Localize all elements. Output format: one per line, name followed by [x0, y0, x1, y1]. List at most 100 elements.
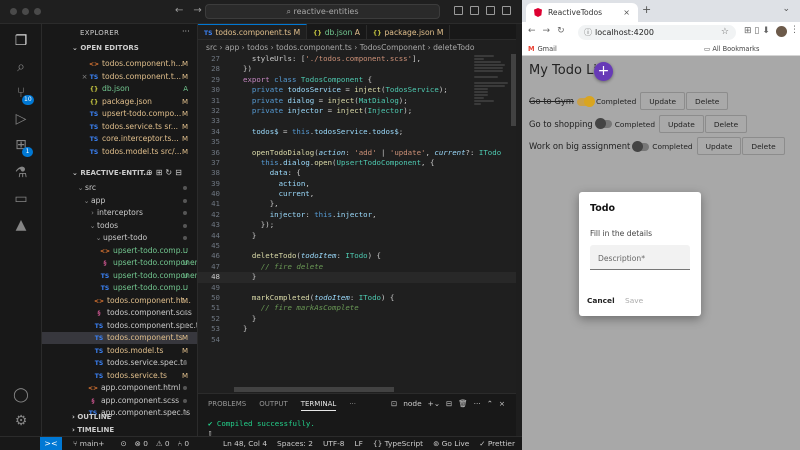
delete-button[interactable]: Delete [704, 114, 748, 133]
terminal-name[interactable]: node [403, 399, 421, 408]
more-actions-icon[interactable]: ··· [182, 27, 190, 36]
update-button[interactable]: Update [659, 114, 704, 133]
completed-toggle[interactable] [576, 95, 595, 107]
code-line[interactable]: 48 } [198, 272, 516, 283]
code-line[interactable]: 35 [198, 137, 516, 147]
open-editor-item[interactable]: {} package.json M [42, 96, 197, 108]
open-editor-item[interactable]: TS todos.service.ts sr... M [42, 121, 197, 133]
panel-tab[interactable]: OUTPUT [259, 400, 288, 408]
cursor-position[interactable]: Ln 48, Col 4 [223, 439, 267, 448]
browser-tab[interactable]: ReactiveTodos × [526, 3, 638, 22]
prettier-status[interactable]: ✓ Prettier [479, 439, 515, 448]
description-input[interactable]: Description* [590, 245, 690, 270]
command-center[interactable]: ⌕ reactive-entities [205, 4, 440, 19]
branch-indicator[interactable]: ⑂ main+ [73, 439, 112, 448]
account-icon[interactable]: ◯ [11, 386, 31, 404]
code-line[interactable]: 33 [198, 116, 516, 126]
panel-tab[interactable]: TERMINAL [300, 400, 337, 411]
code-line[interactable]: 31 private dialog = inject(MatDialog); [198, 96, 516, 106]
maximize-icon[interactable]: ⌃ [487, 399, 493, 408]
breadcrumb-item[interactable]: app [225, 43, 239, 52]
file-item[interactable]: §upsert-todo.component...U [42, 257, 198, 269]
file-item[interactable]: TS todos.service.ts M [42, 370, 197, 382]
file-item[interactable]: § todos.component.scss [42, 307, 197, 319]
file-item[interactable]: § app.component.scss [42, 395, 197, 407]
split-terminal-icon[interactable]: ⊟ [446, 399, 452, 408]
completed-toggle[interactable] [594, 118, 612, 129]
menu-icon[interactable]: ⋮ [790, 25, 799, 35]
language-mode[interactable]: {} TypeScript [373, 439, 423, 448]
close-icon[interactable]: × [499, 399, 505, 408]
breadcrumb-item[interactable]: todos [247, 43, 268, 52]
code-line[interactable]: 27 styleUrls: ['./todos.component.scss']… [198, 54, 516, 64]
code-line[interactable]: 38 data: { [198, 168, 516, 178]
layout-toggle-icons[interactable] [454, 6, 511, 15]
end-of-line[interactable]: LF [355, 439, 363, 448]
editor-tab[interactable]: {} db.json A [307, 25, 367, 39]
file-item[interactable]: TS todos.service.spec.ts [42, 357, 197, 369]
extensions-icon[interactable]: ⊞ 1 [11, 136, 33, 157]
code-line[interactable]: 51 // fire markAsComplete [198, 303, 516, 313]
close-editor-icon[interactable]: × [80, 71, 89, 83]
save-button[interactable]: Save [625, 296, 643, 305]
angular-icon[interactable]: ▲ [11, 216, 31, 234]
cancel-button[interactable]: Cancel [587, 296, 615, 305]
url-field[interactable]: ⓘ localhost:4200 ☆ [578, 25, 736, 40]
source-control-icon[interactable]: ⑂ 10 [11, 84, 34, 105]
code-line[interactable]: 29 export class TodosComponent { [198, 75, 516, 85]
file-item[interactable]: TS todos.component.ts M [42, 332, 197, 344]
open-editor-item[interactable]: {} db.json A [42, 83, 197, 95]
code-line[interactable]: 46 deleteTodo(todoItem: ITodo) { [198, 251, 516, 261]
code-line[interactable]: 39 action, [198, 179, 516, 189]
code-line[interactable]: 30 private todosService = inject(TodosSe… [198, 85, 516, 95]
folder-item[interactable]: ⌄ upsert-todo [42, 232, 197, 244]
breadcrumb-item[interactable]: todos.component.ts [276, 43, 352, 52]
code-line[interactable]: 53} [198, 324, 516, 334]
open-editor-item[interactable]: TS upsert-todo.compo... M [42, 108, 197, 120]
gear-icon[interactable]: ⚙ [11, 412, 31, 430]
horizontal-scrollbar[interactable] [234, 387, 394, 392]
file-item[interactable]: <> app.component.html [42, 382, 197, 394]
gmail-bookmark[interactable]: M Gmail [528, 42, 557, 56]
open-editor-item[interactable]: TS core.interceptor.ts... M [42, 133, 197, 145]
folder-item[interactable]: › interceptors [42, 207, 197, 219]
update-button[interactable]: Update [640, 92, 686, 110]
close-tab-icon[interactable]: × [623, 3, 630, 22]
search-icon[interactable]: ⌕ [11, 58, 31, 76]
file-item[interactable]: TS upsert-todo.comp... U [42, 282, 197, 294]
remote-explorer-icon[interactable]: ▭ [11, 190, 31, 208]
folder-item[interactable]: ⌄ app [42, 195, 197, 207]
code-line[interactable]: 37 this.dialog.open(UpsertTodoComponent,… [198, 158, 516, 168]
bookmark-star-icon[interactable]: ☆ [721, 25, 729, 40]
minimap[interactable] [474, 54, 508, 124]
code-line[interactable]: 41 }, [198, 199, 516, 209]
code-line[interactable]: 40 current, [198, 189, 516, 199]
errors-count[interactable]: ⊗ 0 [135, 439, 148, 448]
update-button[interactable]: Update [696, 137, 742, 155]
folder-item[interactable]: ⌄ todos [42, 220, 197, 232]
open-editors-header[interactable]: ⌄ OPEN EDITORS [72, 44, 139, 52]
extension-icons[interactable]: ⊞ ▯ ⬇ [744, 26, 770, 36]
new-terminal-icon[interactable]: +⌄ [428, 399, 440, 408]
terminal-output[interactable]: ✔ Compiled successfully. ▯ [208, 419, 315, 437]
remote-indicator[interactable]: >< [40, 437, 62, 450]
avatar[interactable] [776, 26, 787, 37]
encoding[interactable]: UTF-8 [323, 439, 345, 448]
code-line[interactable]: 49 [198, 283, 516, 293]
file-item[interactable]: TS todos.component.spec.ts [42, 320, 197, 332]
add-todo-button[interactable]: + [594, 62, 613, 81]
open-editor-item[interactable]: <> todos.component.h... M [42, 58, 197, 70]
delete-button[interactable]: Delete [742, 137, 785, 155]
tab-search-icon[interactable]: ⌄ [782, 4, 790, 14]
code-line[interactable]: 50 markCompleted(todoItem: ITodo) { [198, 293, 516, 303]
indentation[interactable]: Spaces: 2 [277, 439, 313, 448]
delete-button[interactable]: Delete [686, 92, 729, 110]
code-line[interactable]: 34 todos$ = this.todosService.todos$; [198, 127, 516, 137]
code-line[interactable]: 43 }); [198, 220, 516, 230]
sync-icon[interactable]: ⊙ [120, 439, 126, 448]
file-item[interactable]: <> todos.component.ht... M [42, 295, 197, 307]
code-line[interactable]: 54 [198, 335, 516, 345]
code-line[interactable]: 52 } [198, 314, 516, 324]
browser-nav-icons[interactable]: ←→↻ [528, 26, 572, 36]
more-icon[interactable]: ··· [474, 399, 481, 408]
